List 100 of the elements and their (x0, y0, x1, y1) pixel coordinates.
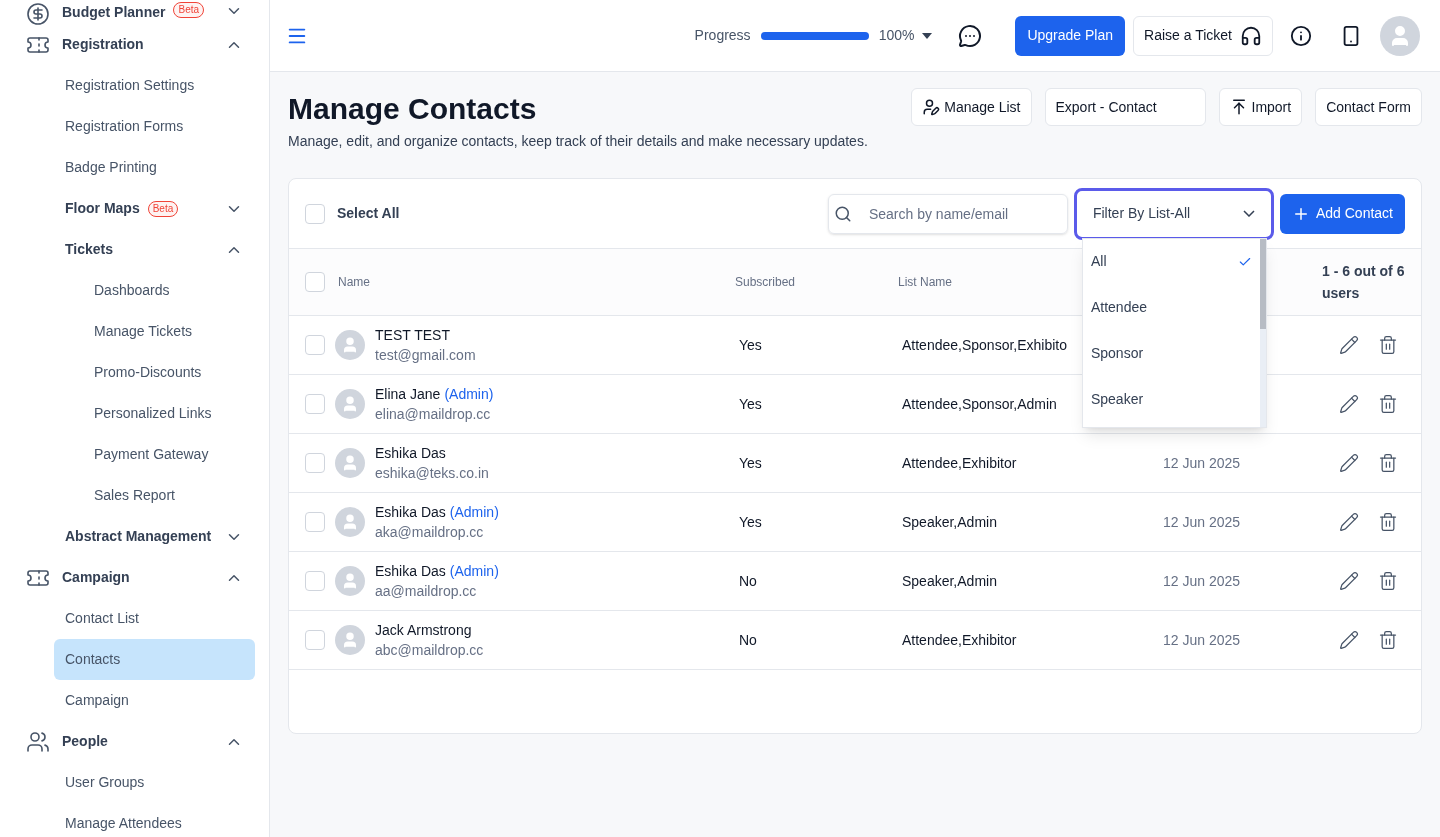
sidebar-section[interactable]: Floor Maps (65, 198, 140, 219)
contact-name: Elina Jane (375, 385, 441, 404)
avatar (335, 625, 365, 655)
contact-name: Eshika Das (375, 562, 446, 581)
sidebar-item[interactable]: Contacts (54, 639, 255, 680)
checkbox[interactable] (305, 394, 325, 414)
sidebar-item[interactable]: Manage Attendees (0, 803, 269, 837)
search-field[interactable]: Search by name/email (827, 193, 1068, 234)
avatar (335, 448, 365, 478)
dropdown-option[interactable]: All (1090, 251, 1107, 272)
action-button[interactable]: Contact Form (1315, 88, 1422, 126)
sidebar-section[interactable]: Budget Planner (62, 2, 166, 23)
sidebar-item[interactable]: Campaign (0, 680, 269, 721)
checkbox[interactable] (305, 453, 325, 473)
sidebar-item[interactable]: User Groups (0, 762, 269, 803)
column-header: List Name (898, 274, 954, 291)
contact-email: test@gmail.com (375, 346, 476, 365)
row-count: 1 - 6 out of 6 users (1322, 262, 1406, 303)
subscribed-cell-text: Yes (738, 335, 763, 355)
list-name-cell: Speaker,Admin (902, 513, 997, 530)
chevron-down-icon (1242, 210, 1255, 217)
list-name-cell: Attendee,Exhibitor (902, 631, 1017, 648)
sidebar-item[interactable]: Badge Printing (0, 147, 269, 188)
dropdown-option[interactable]: Sponsor (1090, 343, 1144, 364)
search-icon (833, 204, 852, 223)
edit-icon[interactable] (1339, 335, 1359, 355)
sidebar-item[interactable]: Payment Gateway (0, 434, 269, 475)
edit-icon[interactable] (1339, 512, 1359, 532)
sidebar-item[interactable]: Personalized Links (0, 393, 269, 434)
checkbox[interactable] (305, 512, 325, 532)
delete-icon[interactable] (1378, 394, 1398, 414)
filter-dropdown[interactable]: Filter By List-All (1073, 187, 1274, 240)
sidebar-section[interactable]: Abstract Management (65, 526, 212, 547)
chat-icon[interactable] (958, 23, 983, 48)
avatar (335, 389, 365, 419)
contact-email: abc@maildrop.cc (375, 641, 484, 660)
edit-icon[interactable] (1339, 394, 1359, 414)
checkbox[interactable] (305, 203, 325, 224)
sidebar-item[interactable]: Contact List (0, 598, 269, 639)
page-title: Manage Contacts (288, 91, 538, 127)
action-button[interactable]: Manage List (911, 88, 1032, 126)
caret-icon[interactable] (922, 32, 933, 39)
edit-icon[interactable] (1339, 453, 1359, 473)
date-cell: 12 Jun 2025 (1163, 572, 1241, 589)
progress-label: Progress (694, 26, 751, 45)
subscribed-cell-text: Yes (738, 453, 763, 473)
subscribed-cell-text: Yes (738, 394, 763, 414)
beta-badge: Beta (173, 2, 205, 18)
delete-icon[interactable] (1378, 453, 1398, 473)
select-all-label[interactable]: Select All (337, 203, 400, 224)
checkbox[interactable] (305, 272, 325, 292)
action-button[interactable]: Import (1218, 88, 1303, 126)
sidebar-item[interactable]: Registration Settings (0, 65, 269, 106)
date-cell: 12 Jun 2025 (1163, 454, 1241, 471)
contact-name: TEST TEST (375, 326, 450, 345)
contact-email: aka@maildrop.cc (375, 523, 485, 542)
sidebar-item[interactable]: Manage Tickets (0, 311, 269, 352)
checkbox[interactable] (305, 335, 325, 355)
delete-icon[interactable] (1378, 630, 1398, 650)
dollar-circle-icon (26, 2, 50, 26)
sidebar-section[interactable]: People (62, 731, 108, 752)
dropdown-option[interactable]: Attendee (1090, 297, 1147, 318)
list-name-cell: Attendee,Sponsor,Exhibito (902, 336, 1067, 353)
date-cell: 12 Jun 2025 (1163, 631, 1241, 648)
action-button[interactable]: Export - Contact (1044, 88, 1206, 126)
list-name-cell: Attendee,Sponsor,Admin (902, 395, 1057, 412)
date-cell: 12 Jun 2025 (1163, 513, 1241, 530)
delete-icon[interactable] (1378, 571, 1398, 591)
avatar (335, 507, 365, 537)
sidebar-item[interactable]: Dashboards (0, 270, 269, 311)
beta-badge: Beta (147, 200, 179, 217)
delete-icon[interactable] (1378, 512, 1398, 532)
dropdown-option[interactable]: Speaker (1090, 389, 1144, 410)
sidebar-section[interactable]: Registration (62, 34, 144, 55)
edit-icon[interactable] (1339, 630, 1359, 650)
sidebar-section[interactable]: Campaign (62, 567, 130, 588)
avatar (335, 330, 365, 360)
sidebar-item[interactable]: Registration Forms (0, 106, 269, 147)
user-pen-icon (922, 98, 941, 116)
avatar (335, 566, 365, 596)
upgrade-plan-button[interactable]: Upgrade Plan (1015, 15, 1126, 56)
delete-icon[interactable] (1378, 335, 1398, 355)
add-contact-button[interactable]: Add Contact (1279, 193, 1405, 234)
column-header: Subscribed (735, 274, 797, 291)
contact-name: Jack Armstrong (375, 621, 472, 640)
sidebar-item[interactable]: Promo-Discounts (0, 352, 269, 393)
column-header: Name (338, 274, 371, 291)
checkbox[interactable] (305, 571, 325, 591)
raise-ticket-button[interactable]: Raise a Ticket (1133, 15, 1273, 56)
list-name-cell: Attendee,Exhibitor (902, 454, 1017, 471)
page-subtitle: Manage, edit, and organize contacts, keep track of their details and make necessary updates. (288, 132, 869, 151)
contact-email: aa@maildrop.cc (375, 582, 478, 601)
checkbox[interactable] (305, 630, 325, 650)
edit-icon[interactable] (1339, 571, 1359, 591)
contact-email: elina@maildrop.cc (375, 405, 492, 424)
admin-tag: (Admin) (444, 384, 494, 404)
sidebar-item[interactable]: Sales Report (0, 475, 269, 516)
subscribed-cell-text: No (738, 630, 758, 650)
info-icon[interactable] (1290, 24, 1312, 47)
sidebar-section[interactable]: Tickets (65, 239, 113, 260)
